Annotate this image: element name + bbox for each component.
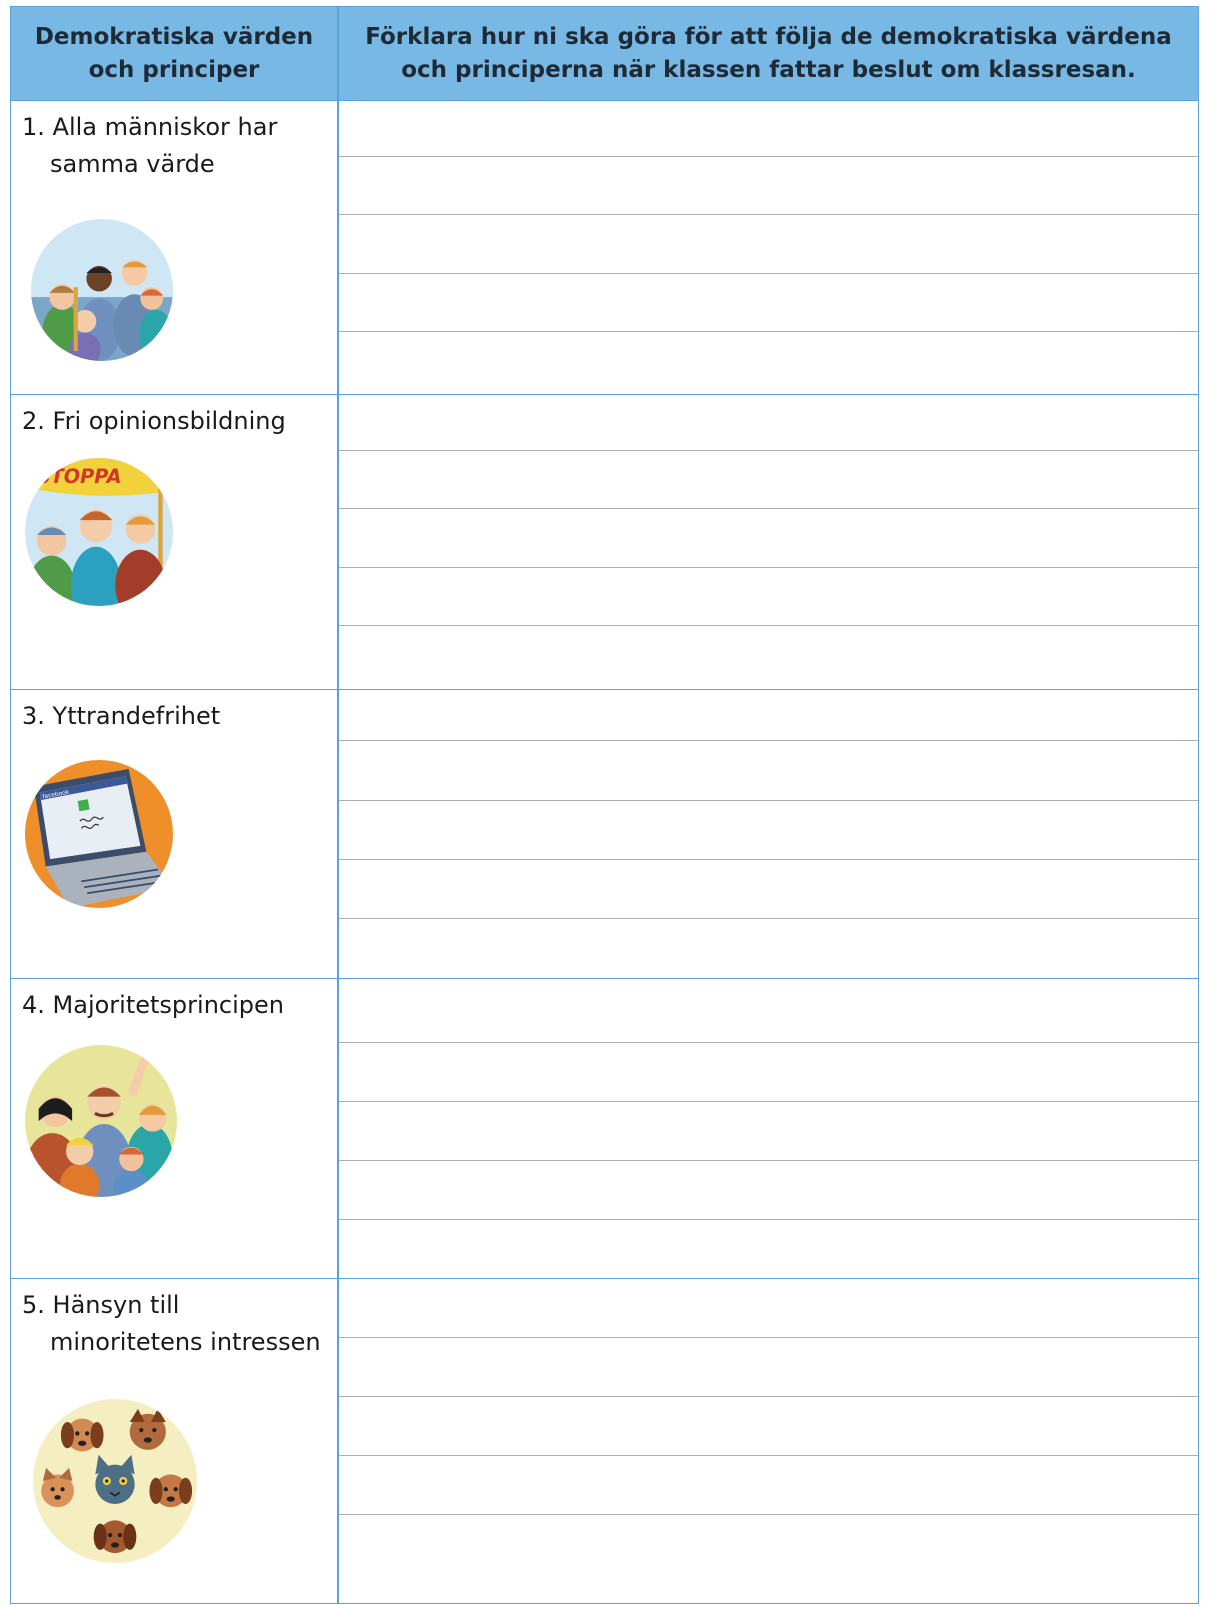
row-label-line-1: 1. Alla människor har	[22, 113, 278, 141]
row-label-line-1: 2. Fri opinionsbildning	[22, 407, 286, 435]
table-row: 3. Yttrandefrihet facebook	[11, 690, 1198, 979]
row-label-line-1: 5. Hänsyn till	[22, 1291, 180, 1319]
row-label: 3. Yttrandefrihet	[22, 698, 332, 735]
writing-line	[339, 625, 1198, 627]
row-label-line-2: minoritetens intressen	[50, 1328, 321, 1356]
dogs-and-cat-icon	[33, 1399, 197, 1563]
writing-line	[339, 1101, 1198, 1103]
writing-line	[339, 1219, 1198, 1221]
row-label: 4. Majoritetsprincipen	[22, 987, 332, 1024]
table-row: 1. Alla människor har samma värde	[11, 101, 1198, 395]
writing-line	[339, 1337, 1198, 1339]
header-left-line-1: Demokratiska värden	[34, 24, 314, 50]
header-values-column: Demokratiska värden och principer	[11, 7, 337, 101]
table-row: 5. Hänsyn till minoritetens intressen	[11, 1279, 1198, 1605]
protest-banner-icon: STOPPA	[25, 458, 173, 606]
group-of-people-icon	[31, 219, 173, 361]
row-label-line-1: 4. Majoritetsprincipen	[22, 991, 284, 1019]
writing-line	[339, 1160, 1198, 1162]
header-right-line-2: och principerna när klassen fattar beslu…	[401, 57, 1136, 83]
header-right-line-1: Förklara hur ni ska göra för att följa d…	[365, 24, 1172, 50]
row-label-line-1: 3. Yttrandefrihet	[22, 702, 221, 730]
table-header: Demokratiska värden och principer Förkla…	[11, 7, 1198, 101]
writing-line	[339, 214, 1198, 216]
writing-line	[339, 859, 1198, 861]
writing-line	[339, 567, 1198, 569]
header-explain-column: Förklara hur ni ska göra för att följa d…	[337, 7, 1200, 101]
row-label: 5. Hänsyn till minoritetens intressen	[22, 1287, 332, 1361]
writing-line	[339, 740, 1198, 742]
header-left-line-2: och principer	[88, 57, 260, 83]
row-label-line-2: samma värde	[50, 150, 215, 178]
writing-line	[339, 273, 1198, 275]
writing-line	[339, 918, 1198, 920]
writing-line	[339, 1042, 1198, 1044]
writing-line	[339, 1514, 1198, 1516]
writing-line	[339, 508, 1198, 510]
writing-line	[339, 1455, 1198, 1457]
laptop-icon: facebook	[25, 760, 173, 908]
voting-hands-icon	[25, 1045, 177, 1197]
row-label: 2. Fri opinionsbildning	[22, 403, 332, 440]
writing-line	[339, 331, 1198, 333]
writing-line	[339, 156, 1198, 158]
banner-text: STOPPA	[37, 465, 122, 488]
values-table: Demokratiska värden och principer Förkla…	[10, 6, 1199, 1604]
writing-line	[339, 1396, 1198, 1398]
table-row: 4. Majoritetsprincipen	[11, 979, 1198, 1279]
row-label: 1. Alla människor har samma värde	[22, 109, 332, 183]
writing-line	[339, 450, 1198, 452]
table-row: 2. Fri opinionsbildning STOPPA	[11, 395, 1198, 690]
writing-line	[339, 800, 1198, 802]
